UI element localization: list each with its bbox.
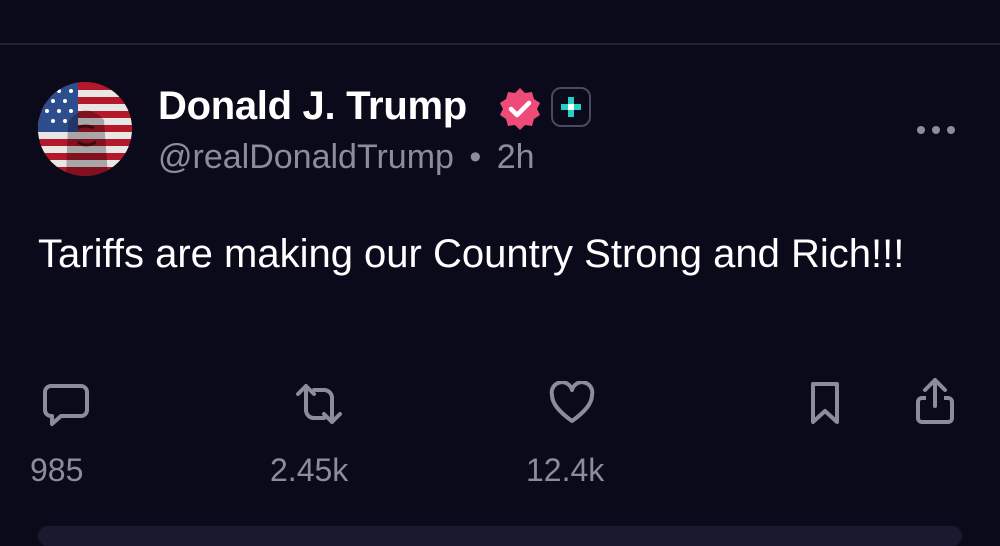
plus-badge-icon bbox=[551, 87, 591, 127]
like-count: 12.4k bbox=[526, 452, 605, 488]
next-item-preview bbox=[38, 526, 962, 546]
more-options-icon[interactable] bbox=[914, 120, 958, 140]
share-button[interactable] bbox=[912, 374, 958, 428]
top-divider bbox=[0, 43, 1000, 45]
like-button[interactable] bbox=[545, 378, 605, 438]
verified-badge-icon bbox=[497, 86, 543, 132]
repost-icon bbox=[296, 384, 342, 424]
author-name[interactable]: Donald J. Trump bbox=[158, 84, 467, 129]
repost-button[interactable] bbox=[290, 378, 350, 438]
avatar[interactable] bbox=[38, 82, 132, 176]
reply-count: 985 bbox=[30, 452, 84, 488]
handle-row: @realDonaldTrump • 2h bbox=[158, 138, 535, 177]
separator-dot: • bbox=[469, 138, 482, 176]
bookmark-button[interactable] bbox=[805, 378, 845, 428]
heart-icon bbox=[549, 381, 595, 423]
avatar-flag-portrait bbox=[38, 82, 132, 176]
repost-count: 2.45k bbox=[270, 452, 349, 488]
comment-icon bbox=[43, 384, 89, 426]
bookmark-icon bbox=[811, 382, 839, 424]
post-time[interactable]: 2h bbox=[497, 138, 535, 176]
post-text: Tariffs are making our Country Strong an… bbox=[38, 232, 905, 276]
author-handle[interactable]: @realDonaldTrump bbox=[158, 138, 454, 176]
share-icon bbox=[916, 378, 954, 424]
